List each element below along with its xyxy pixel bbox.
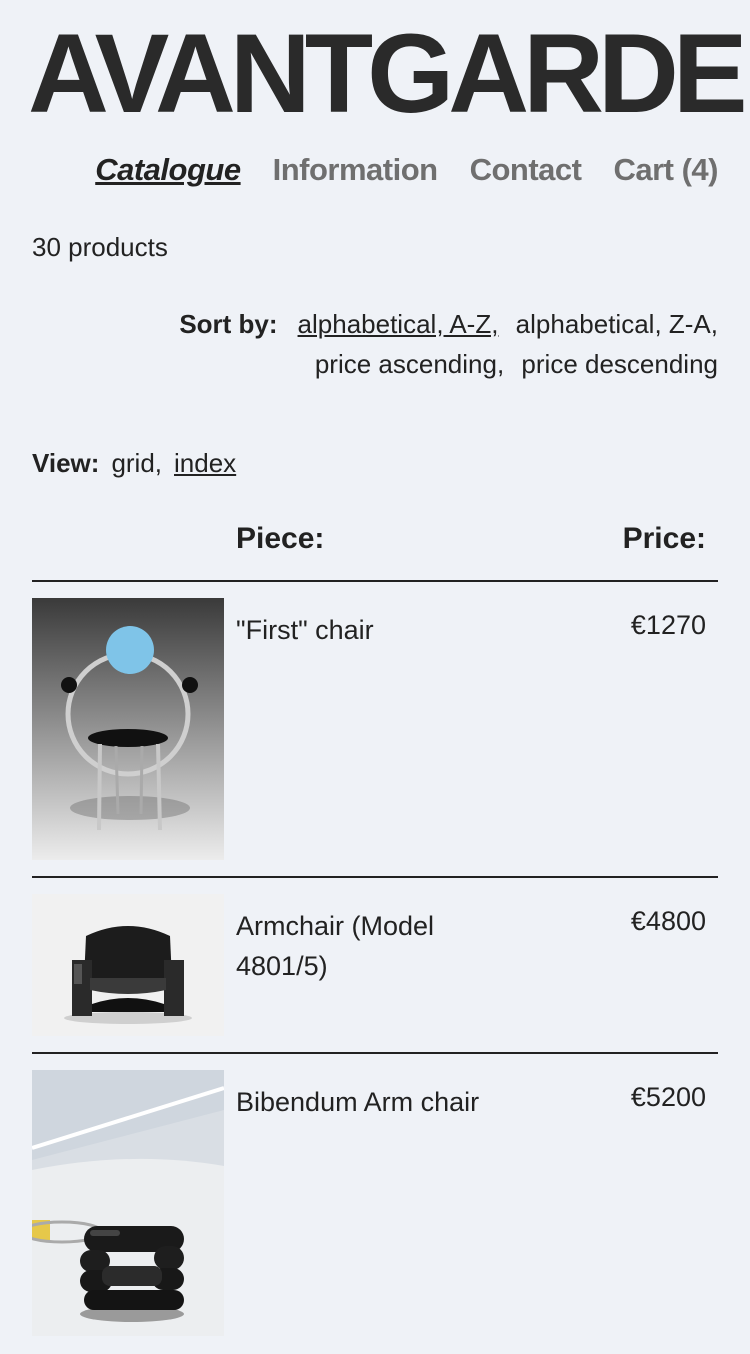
product-image-first-chair[interactable] — [32, 598, 224, 860]
price-header: Price: — [622, 522, 706, 555]
product-price: €4800 — [630, 906, 706, 936]
product-name[interactable]: "First" chair — [236, 610, 496, 650]
product-row[interactable]: Armchair (Model 4801/5) €4800 — [32, 878, 718, 1054]
product-count: 30 products — [32, 232, 168, 262]
site-logo[interactable]: AVANTGARDE — [28, 18, 748, 130]
product-row[interactable]: Bibendum Arm chair €5200 — [32, 1054, 718, 1354]
nav-contact[interactable]: Contact — [470, 152, 582, 188]
product-price: €5200 — [630, 1082, 706, 1112]
view-index[interactable]: index — [174, 448, 236, 478]
nav-information[interactable]: Information — [273, 152, 439, 188]
product-name[interactable]: Bibendum Arm chair — [236, 1082, 496, 1122]
main-nav: Catalogue Information Contact Cart (4) — [95, 152, 718, 188]
piece-header: Piece: — [236, 522, 325, 555]
view-controls: View: grid, index — [32, 448, 248, 479]
sort-price-desc[interactable]: price descending — [521, 349, 718, 379]
nav-cart[interactable]: Cart (4) — [613, 152, 718, 188]
bibendum-chair-illustration — [32, 1070, 224, 1336]
product-row[interactable]: "First" chair €1270 — [32, 582, 718, 878]
sort-alpha-asc[interactable]: alphabetical, A-Z, — [298, 309, 499, 339]
product-image-bibendum[interactable] — [32, 1070, 224, 1336]
armchair-illustration — [32, 894, 224, 1036]
product-price: €1270 — [630, 610, 706, 640]
sort-controls: Sort by: alphabetical, A-Z, alphabetical,… — [118, 304, 718, 384]
nav-catalogue[interactable]: Catalogue — [95, 152, 241, 188]
sort-alpha-desc[interactable]: alphabetical, Z-A, — [516, 309, 718, 339]
view-grid[interactable]: grid, — [111, 448, 162, 478]
sort-label: Sort by: — [179, 309, 278, 339]
view-label: View: — [32, 448, 100, 478]
table-header: Piece: Price: — [32, 522, 718, 582]
product-name[interactable]: Armchair (Model 4801/5) — [236, 906, 496, 986]
product-image-armchair-4801[interactable] — [32, 894, 224, 1036]
sort-price-asc[interactable]: price ascending, — [315, 349, 504, 379]
first-chair-illustration — [32, 598, 224, 860]
